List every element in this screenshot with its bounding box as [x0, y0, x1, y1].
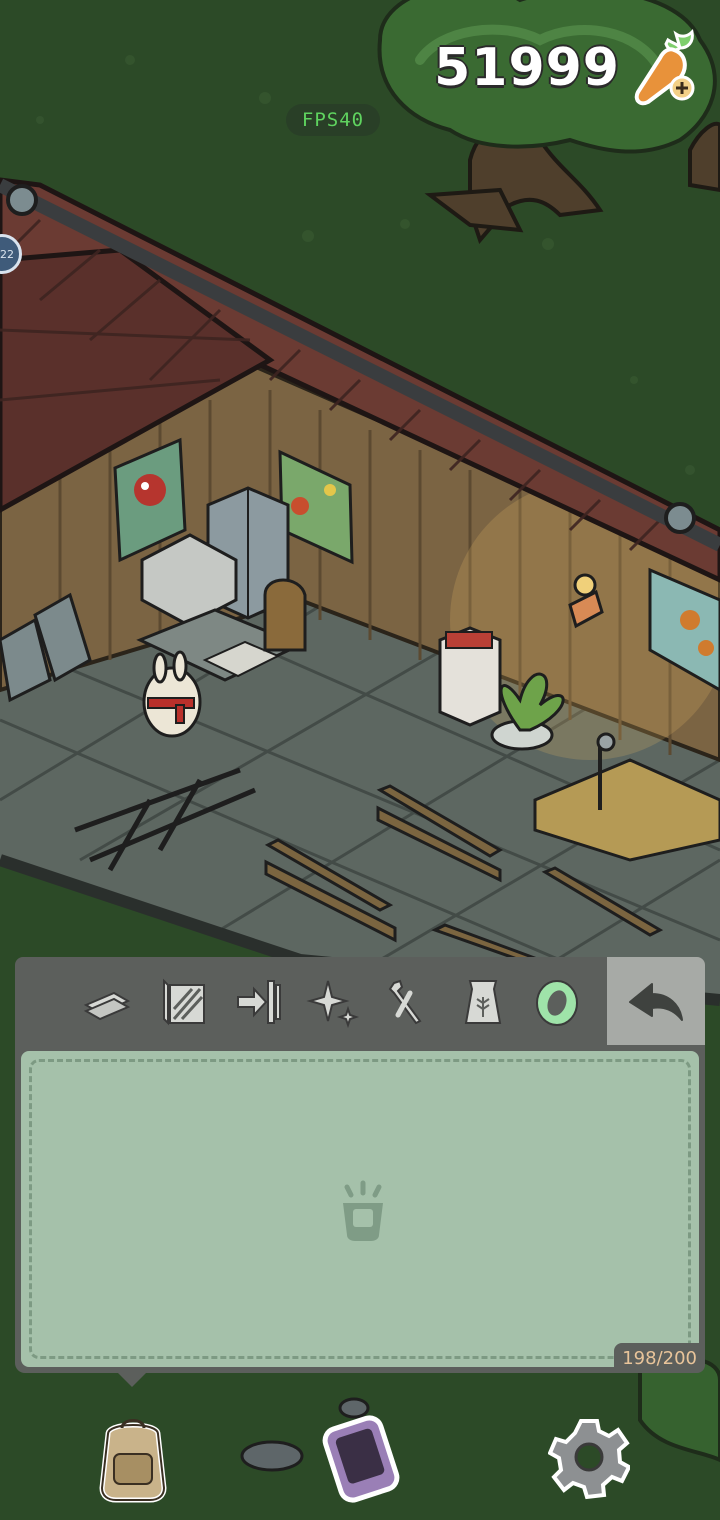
inventory-grid[interactable] — [21, 1051, 699, 1367]
phone-icon[interactable] — [318, 1414, 404, 1504]
wallpaper-icon — [163, 978, 205, 1026]
tab-wall-decor[interactable] — [225, 969, 289, 1035]
back-button[interactable] — [607, 957, 705, 1047]
fps-counter: FPS40 — [286, 104, 380, 136]
tab-wallpaper[interactable] — [151, 969, 215, 1035]
tools-icon — [388, 979, 422, 1025]
back-arrow-icon — [629, 983, 683, 1021]
add-carrots-icon[interactable] — [628, 28, 700, 108]
inventory-capacity: 198/200 — [614, 1343, 705, 1373]
carrot-count: 51999 — [434, 38, 620, 98]
gear-icon[interactable] — [548, 1414, 630, 1500]
sparkle-icon — [306, 980, 360, 1029]
seed-bag-icon — [464, 980, 502, 1024]
panel-pointer — [116, 1371, 148, 1387]
plank-stack-icon — [83, 991, 131, 1021]
inventory-tabbar — [15, 957, 705, 1047]
tab-tools[interactable] — [375, 969, 439, 1035]
backpack-icon[interactable] — [88, 1414, 178, 1504]
inventory-panel: 198/200 — [15, 1045, 705, 1373]
ring-icon — [536, 980, 578, 1026]
wall-decor-icon — [237, 980, 281, 1024]
tab-special[interactable] — [525, 969, 589, 1035]
tab-seeds[interactable] — [451, 969, 515, 1035]
empty-box-icon — [343, 1180, 383, 1241]
tab-sparkle-decor[interactable] — [301, 969, 365, 1035]
currency-display: 51999 — [434, 28, 700, 108]
tab-flooring[interactable] — [75, 969, 139, 1035]
